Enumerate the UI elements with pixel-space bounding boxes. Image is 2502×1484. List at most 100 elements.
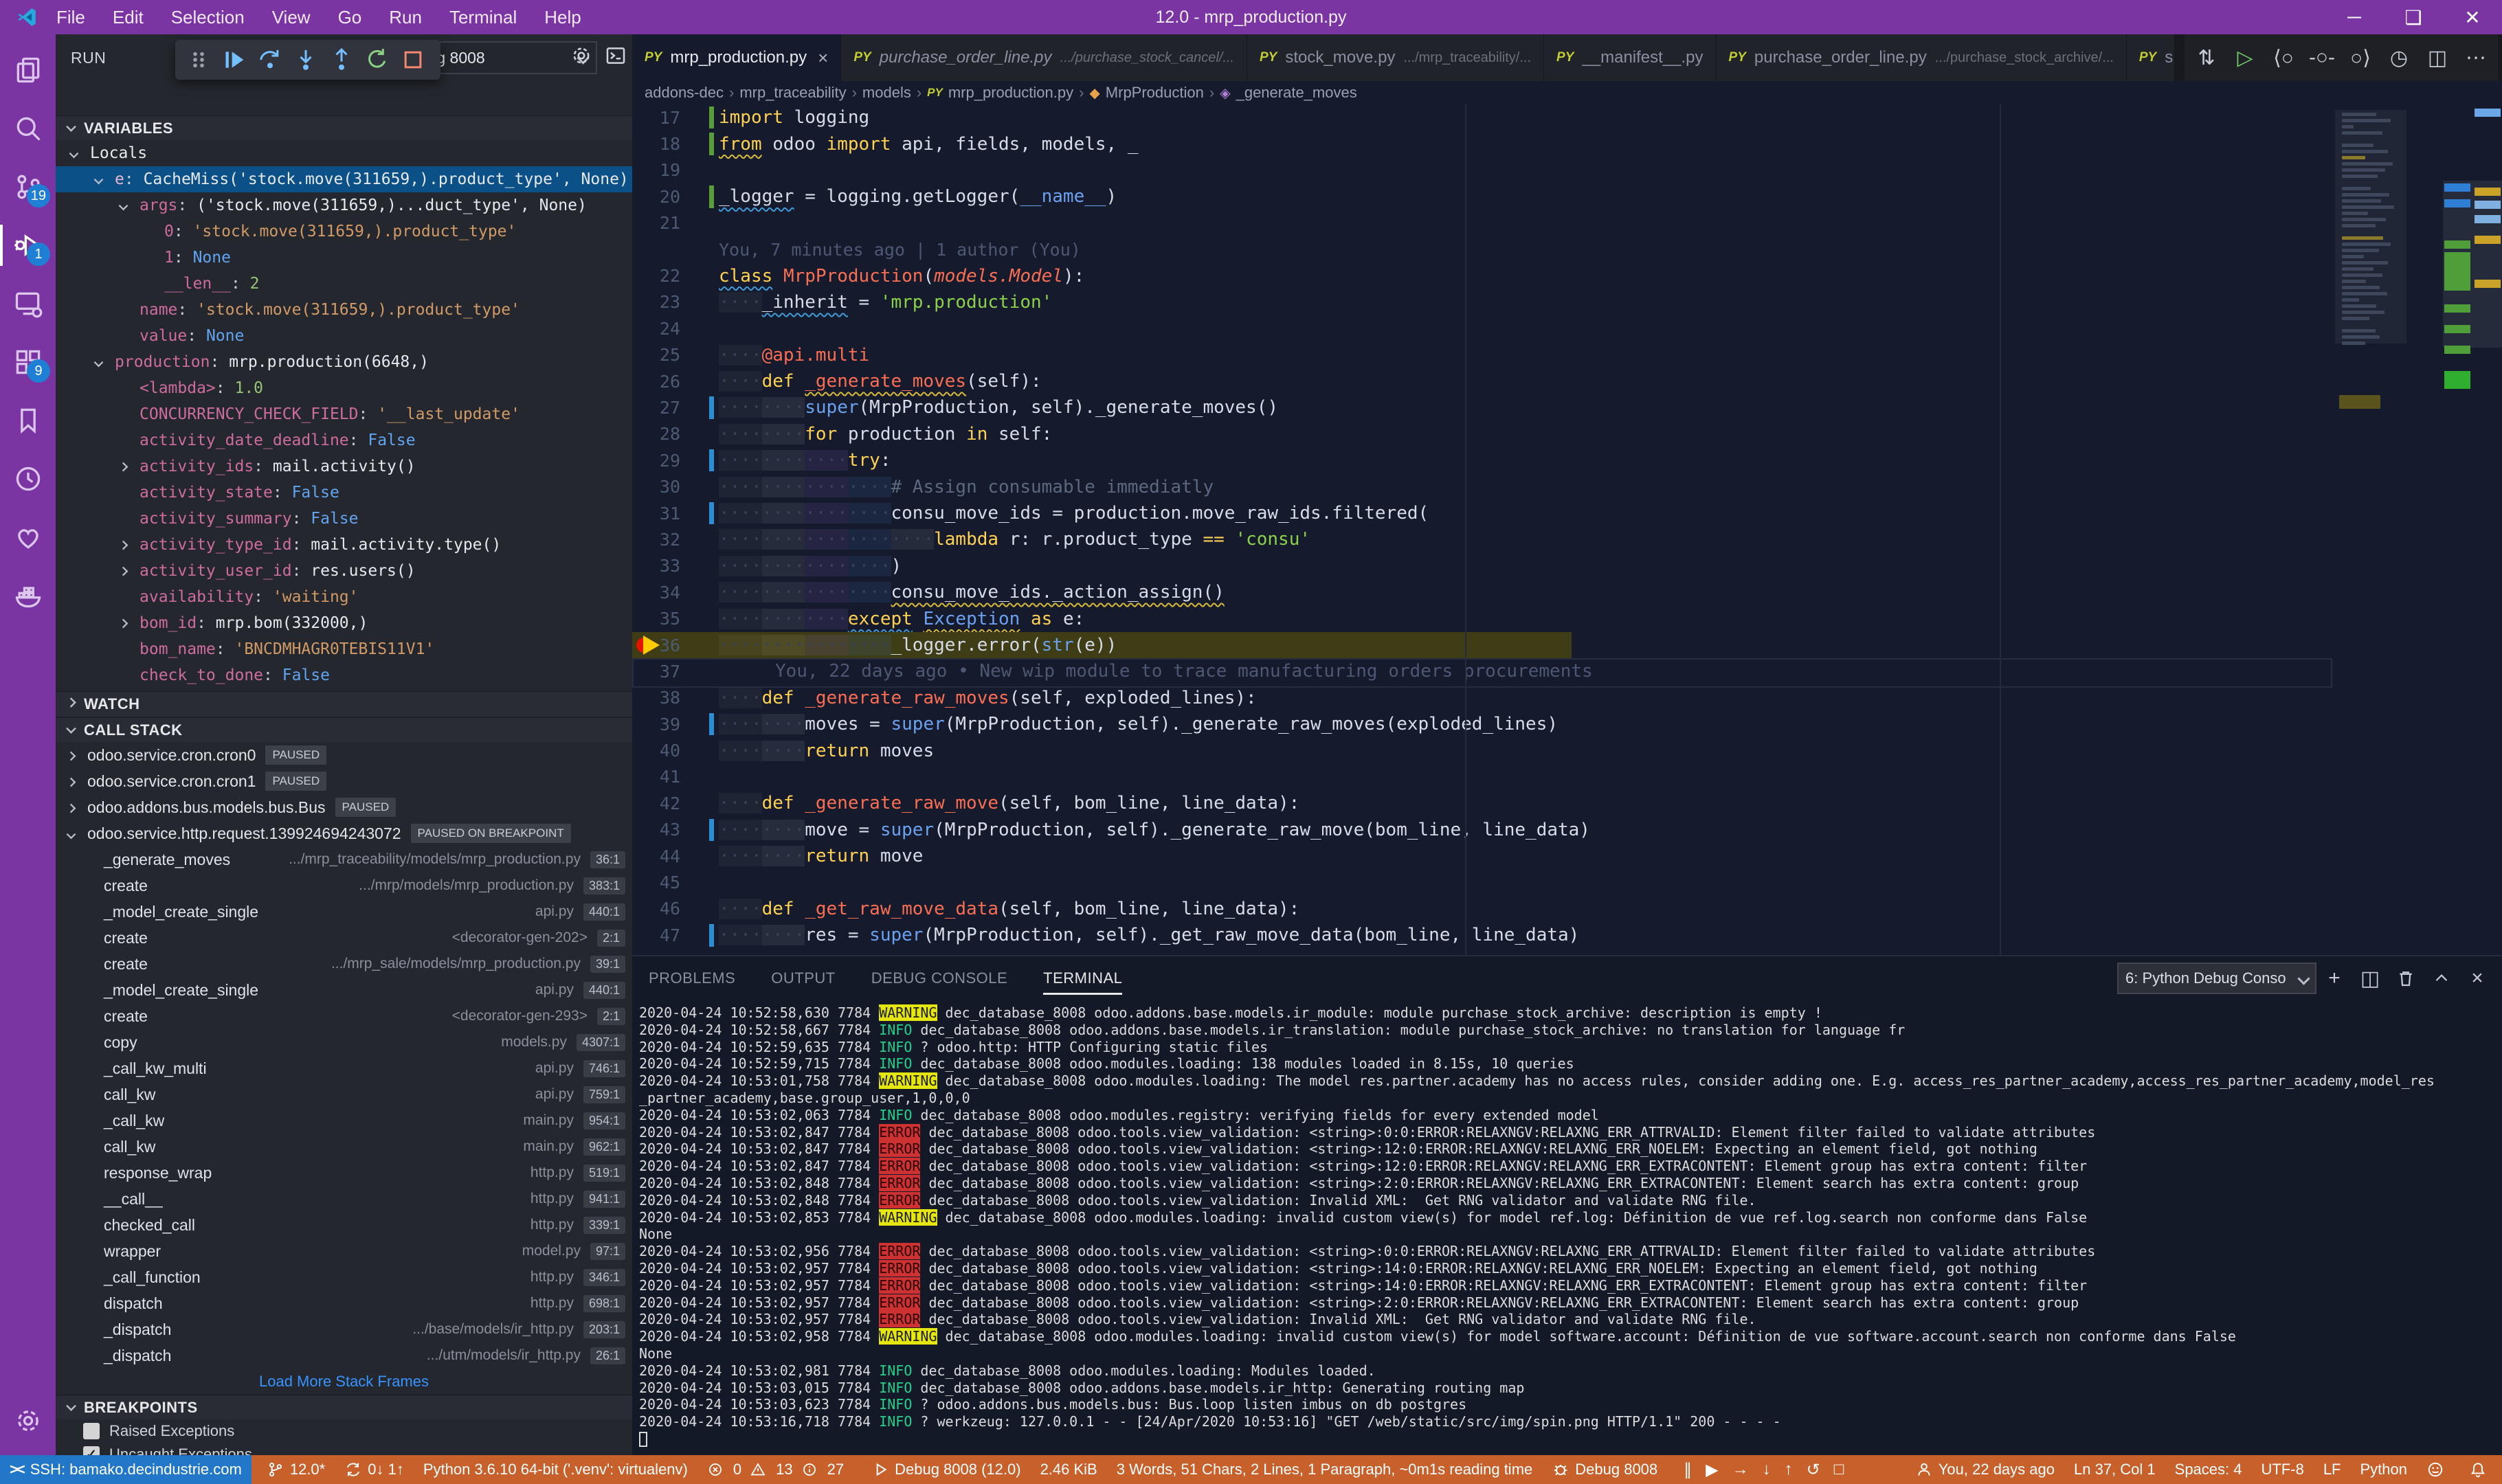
step-out-icon[interactable] bbox=[324, 43, 359, 77]
stack-frame[interactable]: _model_create_singleapi.py440:1 bbox=[56, 977, 632, 1003]
editor-gutter[interactable]: 43 bbox=[632, 817, 719, 843]
split-terminal-icon[interactable]: ◫ bbox=[2352, 962, 2388, 995]
stack-frame[interactable]: _call_kw_multiapi.py746:1 bbox=[56, 1055, 632, 1081]
stack-thread[interactable]: odoo.service.cron.cron1PAUSED bbox=[56, 768, 632, 794]
continue-icon[interactable] bbox=[216, 43, 252, 77]
variable-row[interactable]: bom_name: 'BNCDMHAGR0TEBIS11V1' bbox=[56, 636, 632, 662]
variable-row[interactable]: activity_state: False bbox=[56, 480, 632, 506]
more-actions-icon[interactable]: ⋯ bbox=[2457, 38, 2495, 77]
variable-row[interactable]: 0: 'stock.move(311659,).product_type' bbox=[56, 218, 632, 245]
breadcrumb-item[interactable]: ◈_generate_moves bbox=[1220, 84, 1357, 102]
editor-gutter[interactable]: 27 bbox=[632, 394, 719, 420]
stack-frame[interactable]: __call__http.py941:1 bbox=[56, 1186, 632, 1212]
editor-gutter[interactable]: 28 bbox=[632, 421, 719, 447]
stack-frame[interactable]: create<decorator-gen-293>2:1 bbox=[56, 1003, 632, 1029]
variable-row[interactable]: activity_type_id: mail.activity.type() bbox=[56, 532, 632, 558]
tab-__manifest__-py[interactable]: PY__manifest__.py bbox=[1544, 34, 1716, 81]
stack-frame[interactable]: call_kwapi.py759:1 bbox=[56, 1081, 632, 1108]
editor-gutter[interactable]: 32 bbox=[632, 526, 719, 552]
stack-frame[interactable]: copymodels.py4307:1 bbox=[56, 1029, 632, 1055]
stack-frame[interactable]: _dispatch.../base/models/ir_http.py203:1 bbox=[56, 1316, 632, 1342]
editor-gutter[interactable]: 29 bbox=[632, 447, 719, 473]
stack-frame[interactable]: create.../mrp/models/mrp_production.py38… bbox=[56, 873, 632, 899]
tab-s[interactable]: PYs bbox=[2127, 34, 2175, 81]
variable-row[interactable]: e: CacheMiss('stock.move(311659,).produc… bbox=[56, 166, 632, 192]
editor-gutter[interactable]: 31 bbox=[632, 500, 719, 526]
encoding[interactable]: UTF-8 bbox=[2251, 1455, 2313, 1484]
stack-frame[interactable]: create<decorator-gen-202>2:1 bbox=[56, 925, 632, 951]
variable-row[interactable]: production: mrp.production(6648,) bbox=[56, 349, 632, 375]
stack-thread[interactable]: odoo.service.http.request.13992469424307… bbox=[56, 820, 632, 846]
menu-view[interactable]: View bbox=[258, 0, 324, 34]
breadcrumb-item[interactable]: mrp_traceability› bbox=[739, 84, 857, 102]
debug-session[interactable]: Debug 8008 bbox=[1542, 1455, 1667, 1484]
settings-gear-icon[interactable] bbox=[0, 1395, 56, 1447]
stack-thread[interactable]: odoo.addons.bus.models.bus.BusPAUSED bbox=[56, 794, 632, 820]
restart-icon[interactable] bbox=[359, 43, 395, 77]
notifications-bell[interactable] bbox=[2459, 1455, 2502, 1484]
tab-purchase_order_line-py[interactable]: PYpurchase_order_line.py.../purchase_sto… bbox=[841, 34, 1247, 81]
editor-gutter[interactable]: 17 bbox=[632, 104, 719, 131]
minimap[interactable] bbox=[2339, 104, 2402, 955]
editor-gutter[interactable]: 47 bbox=[632, 922, 719, 948]
variable-row[interactable]: Locals bbox=[56, 140, 632, 166]
editor-gutter[interactable]: 33 bbox=[632, 553, 719, 579]
timeline-clock-icon[interactable]: ◷ bbox=[2380, 38, 2418, 77]
debug-control-icon[interactable]: □ bbox=[1834, 1460, 1844, 1479]
panel-tab-debug-console[interactable]: DEBUG CONSOLE bbox=[871, 956, 1007, 1000]
breakpoint-row[interactable]: Raised Exceptions bbox=[56, 1419, 632, 1443]
language-mode[interactable]: Python bbox=[2351, 1455, 2417, 1484]
debug-settings-gear-icon[interactable] bbox=[570, 44, 593, 71]
docker-icon[interactable] bbox=[0, 570, 56, 622]
extensions-icon[interactable]: 9 bbox=[0, 336, 56, 388]
stack-frame[interactable]: _generate_moves.../mrp_traceability/mode… bbox=[56, 846, 632, 873]
editor-gutter[interactable]: 34 bbox=[632, 579, 719, 605]
source-control-icon[interactable]: 19 bbox=[0, 161, 56, 213]
variable-row[interactable]: activity_ids: mail.activity() bbox=[56, 453, 632, 480]
variable-row[interactable]: __len__: 2 bbox=[56, 271, 632, 297]
stack-frame[interactable]: _dispatch.../utm/models/ir_http.py26:1 bbox=[56, 1342, 632, 1369]
stack-frame[interactable]: create.../mrp_sale/models/mrp_production… bbox=[56, 951, 632, 977]
stop-icon[interactable] bbox=[395, 43, 431, 77]
new-terminal-icon[interactable]: + bbox=[2316, 962, 2352, 995]
minimize-icon[interactable]: ─ bbox=[2325, 0, 2384, 34]
close-icon[interactable]: ✕ bbox=[2443, 0, 2502, 34]
menu-selection[interactable]: Selection bbox=[157, 0, 258, 34]
editor-gutter[interactable]: 23 bbox=[632, 289, 719, 315]
editor-gutter[interactable]: 19 bbox=[632, 157, 719, 183]
authors-codelens[interactable]: You, 7 minutes ago | 1 author (You) bbox=[632, 236, 2502, 262]
close-panel-icon[interactable]: × bbox=[2459, 962, 2495, 995]
debug-console-icon[interactable] bbox=[604, 44, 627, 71]
maximize-icon[interactable]: ❑ bbox=[2384, 0, 2443, 34]
tab-close-icon[interactable]: × bbox=[818, 47, 828, 69]
editor-gutter[interactable]: 20 bbox=[632, 183, 719, 210]
stack-frame[interactable]: call_kwmain.py962:1 bbox=[56, 1134, 632, 1160]
nav-location-icon[interactable]: -○- bbox=[2303, 38, 2341, 77]
editor-gutter[interactable]: 22 bbox=[632, 262, 719, 289]
breadcrumb-item[interactable]: addons-dec› bbox=[645, 84, 734, 102]
explorer-icon[interactable] bbox=[0, 44, 56, 96]
stack-thread[interactable]: odoo.service.cron.cron0PAUSED bbox=[56, 742, 632, 768]
editor-gutter[interactable]: 24 bbox=[632, 315, 719, 341]
panel-tab-terminal[interactable]: TERMINAL bbox=[1043, 956, 1122, 1000]
editor-gutter[interactable]: 41 bbox=[632, 764, 719, 790]
editor-gutter[interactable]: 36 bbox=[632, 632, 719, 658]
variable-row[interactable]: availability: 'waiting' bbox=[56, 584, 632, 610]
debug-control-icon[interactable]: ↑ bbox=[1785, 1460, 1793, 1479]
breadcrumb-item[interactable]: models› bbox=[862, 84, 922, 102]
tab-stock_move-py[interactable]: PYstock_move.py.../mrp_traceability/... bbox=[1247, 34, 1544, 81]
menu-terminal[interactable]: Terminal bbox=[436, 0, 530, 34]
editor-gutter[interactable]: 38 bbox=[632, 685, 719, 711]
section-call-stack[interactable]: CALL STACK bbox=[56, 717, 632, 742]
breakpoint-checkbox[interactable] bbox=[83, 1423, 100, 1439]
terminal-output[interactable]: 2020-04-24 10:52:58,630 7784 WARNING dec… bbox=[639, 1004, 2502, 1451]
gitlens-blame[interactable]: You, 22 days ago bbox=[1906, 1455, 2064, 1484]
current-breakpoint-icon[interactable] bbox=[636, 635, 668, 655]
step-into-icon[interactable] bbox=[288, 43, 324, 77]
variable-row[interactable]: <lambda>: 1.0 bbox=[56, 375, 632, 401]
stack-frame[interactable]: dispatchhttp.py698:1 bbox=[56, 1290, 632, 1316]
editor-gutter[interactable]: 21 bbox=[632, 210, 719, 236]
menu-edit[interactable]: Edit bbox=[99, 0, 157, 34]
menu-help[interactable]: Help bbox=[530, 0, 594, 34]
bookmarks-icon[interactable] bbox=[0, 394, 56, 447]
